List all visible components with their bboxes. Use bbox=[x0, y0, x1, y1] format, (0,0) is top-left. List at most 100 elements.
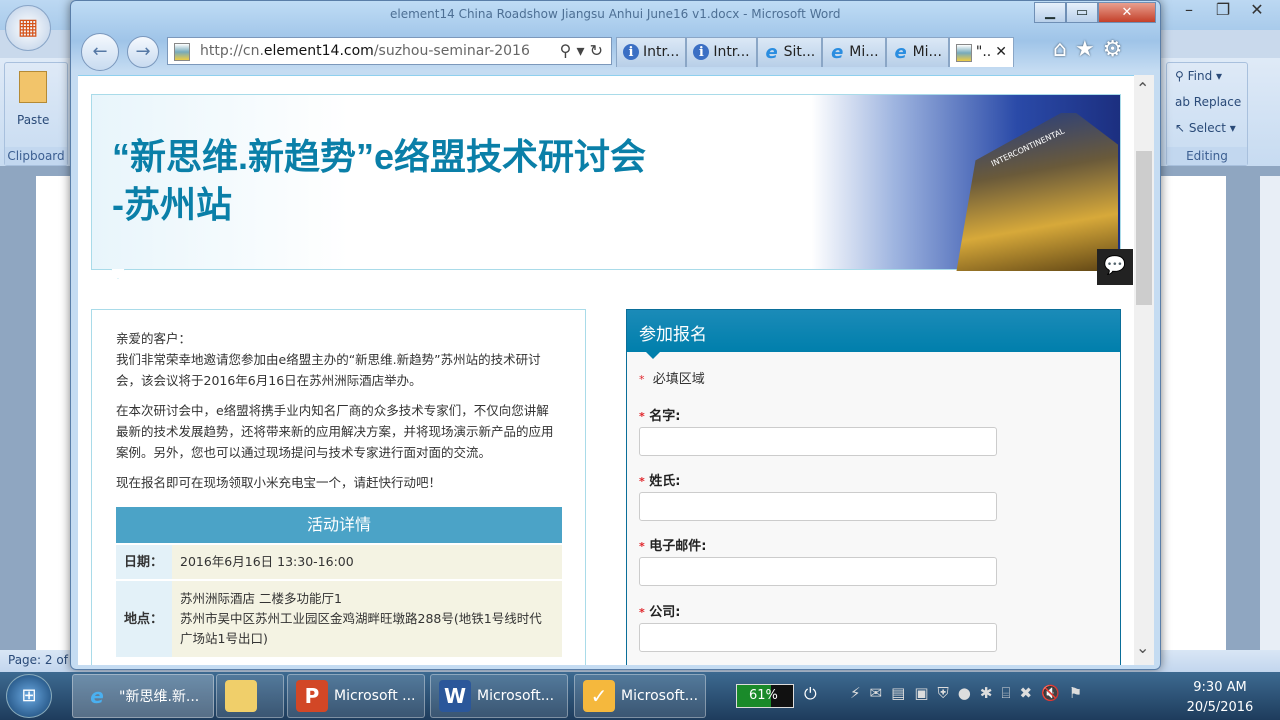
taskbar-item-powerpoint[interactable]: P Microsoft ... bbox=[287, 674, 425, 718]
tab-label: Sit... bbox=[783, 44, 816, 60]
restore-icon[interactable]: ❐ bbox=[1208, 0, 1238, 22]
lan-icon[interactable]: ▤ bbox=[891, 684, 905, 702]
search-icon[interactable]: ⚲ bbox=[560, 41, 572, 60]
last-name-input[interactable] bbox=[639, 492, 997, 521]
select-label: Select bbox=[1188, 121, 1226, 135]
forward-button[interactable]: → bbox=[127, 36, 159, 68]
tab-label: Intr... bbox=[643, 44, 680, 60]
tab-label: Mi... bbox=[912, 44, 942, 60]
clock-date: 20/5/2016 bbox=[1186, 700, 1254, 715]
address-tools: ⚲ ▾ ↻ bbox=[560, 41, 603, 60]
paste-icon[interactable] bbox=[19, 71, 47, 103]
chat-icon[interactable]: 💬 bbox=[1097, 249, 1133, 285]
url-prefix: http://cn. bbox=[200, 43, 264, 59]
required-note: * 必填区域 bbox=[639, 368, 705, 387]
gear-icon[interactable]: ⚙ bbox=[1103, 37, 1123, 62]
action-center-icon[interactable]: ⚑ bbox=[1069, 684, 1082, 702]
taskbar: ⊞ e "新思维.新... P Microsoft ... W Microsoft..… bbox=[0, 672, 1280, 720]
location-row: 地点： 苏州洲际酒店 二楼多功能厅1 苏州市吴中区苏州工业园区金鸡湖畔旺墩路288… bbox=[116, 581, 562, 657]
battery-indicator[interactable]: 61% bbox=[736, 684, 794, 708]
select-button[interactable]: ↖ Select ▾ bbox=[1175, 121, 1236, 135]
tab-label: ".. bbox=[975, 44, 992, 60]
taskbar-item-outlook[interactable]: ✓ Microsoft... bbox=[574, 674, 706, 718]
word-window-controls: – ❐ ✕ bbox=[1174, 0, 1272, 22]
word-scrollbar[interactable] bbox=[1260, 176, 1280, 650]
close-button[interactable]: ✕ bbox=[1098, 2, 1156, 23]
editing-group: ⚲ Find ▾ ab Replace ↖ Select ▾ Editing bbox=[1166, 62, 1248, 166]
tab[interactable]: e Mi... bbox=[822, 37, 886, 67]
page-icon bbox=[174, 43, 190, 61]
browser-window: ▁ ▭ ✕ ← → http://cn.element14.com/suzhou… bbox=[70, 0, 1161, 670]
favorites-star-icon[interactable]: ★ bbox=[1075, 37, 1095, 62]
taskbar-item-word[interactable]: W Microsoft... bbox=[430, 674, 568, 718]
close-icon[interactable]: ✕ bbox=[1242, 0, 1272, 22]
info-icon: i bbox=[693, 44, 710, 60]
tab-close-icon[interactable]: ✕ bbox=[995, 44, 1007, 60]
first-name-label: 名字: bbox=[649, 409, 681, 424]
outlook-tray-icon[interactable]: ✉ bbox=[870, 684, 883, 702]
word-title: element14 China Roadshow Jiangsu Anhui J… bbox=[390, 7, 841, 21]
page-scrollbar[interactable]: ⌃ ⌄ bbox=[1134, 75, 1154, 665]
system-tray: ⚡ ✉ ▤ ▣ ⛨ ● ✱ ⌸ ✖ 🔇 ⚑ bbox=[850, 684, 1082, 702]
ie-icon: e bbox=[765, 42, 778, 63]
minimize-icon[interactable]: – bbox=[1174, 0, 1204, 22]
power-plug-icon[interactable]: ⏻ bbox=[804, 684, 817, 704]
taskbar-item-explorer[interactable] bbox=[216, 674, 284, 718]
display-icon[interactable]: ▣ bbox=[914, 684, 928, 702]
first-name-field: * 名字: bbox=[639, 405, 997, 456]
home-icon[interactable]: ⌂ bbox=[1053, 37, 1067, 62]
replace-button[interactable]: ab Replace bbox=[1175, 95, 1241, 109]
maximize-button[interactable]: ▭ bbox=[1066, 2, 1098, 23]
date-row: 日期： 2016年6月16日 13:30-16:00 bbox=[116, 545, 562, 579]
find-button[interactable]: ⚲ Find ▾ bbox=[1175, 69, 1222, 83]
browser-window-controls: ▁ ▭ ✕ bbox=[1034, 2, 1156, 23]
taskbar-item-ie[interactable]: e "新思维.新... bbox=[72, 674, 214, 718]
scroll-down-icon[interactable]: ⌄ bbox=[1136, 638, 1149, 657]
dropdown-icon[interactable]: ▾ bbox=[576, 41, 584, 60]
taskbar-label: Microsoft... bbox=[621, 688, 699, 704]
address-bar[interactable]: http://cn.element14.com/suzhou-seminar-2… bbox=[167, 37, 612, 65]
clipboard-group: Paste Clipboard bbox=[4, 62, 68, 166]
tab[interactable]: e Sit... bbox=[756, 37, 823, 67]
scrollbar-thumb[interactable] bbox=[1136, 151, 1152, 305]
first-name-input[interactable] bbox=[639, 427, 997, 456]
company-input[interactable] bbox=[639, 623, 997, 652]
scroll-up-icon[interactable]: ⌃ bbox=[1136, 79, 1149, 98]
url-path: /suzhou-seminar-2016 bbox=[373, 43, 530, 59]
start-button[interactable]: ⊞ bbox=[6, 674, 52, 718]
bluetooth-icon[interactable]: ✱ bbox=[980, 684, 993, 702]
hotel-image: INTERCONTINENTAL bbox=[956, 113, 1118, 271]
mcafee-shield-icon[interactable]: ⛨ bbox=[938, 684, 949, 702]
location-label: 地点： bbox=[116, 581, 172, 657]
clock[interactable]: 9:30 AM 20/5/2016 bbox=[1180, 678, 1260, 718]
refresh-icon[interactable]: ↻ bbox=[590, 41, 603, 60]
required-asterisk: * bbox=[639, 540, 645, 553]
office-button[interactable]: ▦ bbox=[5, 5, 51, 51]
tab[interactable]: i Intr... bbox=[686, 37, 757, 67]
minimize-button[interactable]: ▁ bbox=[1034, 2, 1066, 23]
find-label: Find bbox=[1187, 69, 1213, 83]
email-input[interactable] bbox=[639, 557, 997, 586]
wired-network-icon[interactable]: ⌸ bbox=[1001, 684, 1010, 702]
intro-p3: 现在报名即可在现场领取小米充电宝一个，请赶快行动吧！ bbox=[116, 475, 442, 490]
url-domain: element14.com bbox=[263, 43, 374, 59]
tab-active[interactable]: ".. ✕ bbox=[948, 37, 1014, 67]
paste-button[interactable]: Paste bbox=[17, 113, 49, 127]
required-note-text: 必填区域 bbox=[652, 372, 705, 387]
required-asterisk: * bbox=[639, 606, 645, 619]
network-disconnected-icon[interactable]: ✖ bbox=[1019, 684, 1032, 702]
intro-p2: 在本次研讨会中，e络盟将携手业内知名厂商的众多技术专家们，不仅向您讲解最新的技术… bbox=[116, 403, 554, 460]
registration-form: 参加报名 * 必填区域 * 名字: * 姓氏: * 电子邮件: * 公司: bbox=[626, 309, 1121, 665]
tab[interactable]: i Intr... bbox=[616, 37, 687, 67]
divider bbox=[78, 75, 1134, 76]
network-icon[interactable]: ⚡ bbox=[850, 684, 861, 702]
location-value: 苏州洲际酒店 二楼多功能厅1 苏州市吴中区苏州工业园区金鸡湖畔旺墩路288号(地铁… bbox=[172, 581, 562, 657]
back-button[interactable]: ← bbox=[81, 33, 119, 71]
app-tray-icon[interactable]: ● bbox=[958, 684, 971, 702]
intro-p1: 我们非常荣幸地邀请您参加由e络盟主办的“新思维.新趋势”苏州站的技术研讨会，该会… bbox=[116, 352, 541, 388]
tab[interactable]: e Mi... bbox=[885, 37, 949, 67]
browser-toolbar-icons: ⌂ ★ ⚙ bbox=[1053, 37, 1122, 62]
date-label: 日期： bbox=[116, 545, 172, 579]
ie-icon: e bbox=[894, 42, 907, 63]
volume-muted-icon[interactable]: 🔇 bbox=[1041, 684, 1060, 702]
